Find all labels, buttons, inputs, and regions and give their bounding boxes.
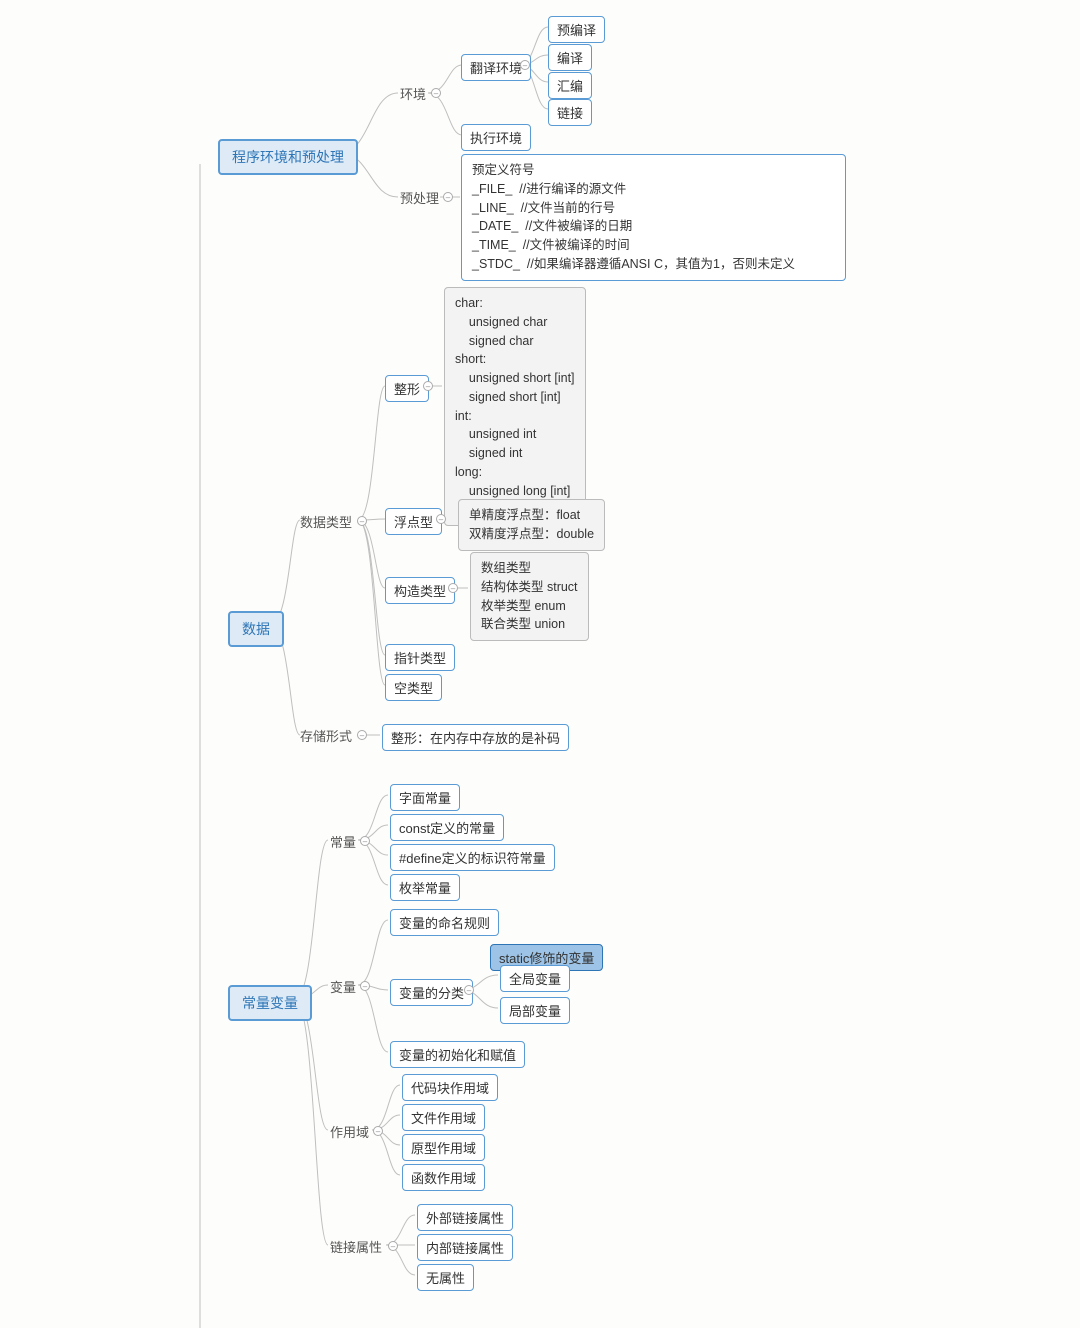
label-datatype: 数据类型 [300, 512, 352, 531]
label-environment: 环境 [400, 84, 426, 103]
toggle-icon[interactable]: – [357, 730, 367, 740]
root-const-var[interactable]: 常量变量 [228, 985, 312, 1021]
node-literal-const[interactable]: 字面常量 [390, 784, 460, 811]
label-preprocessing: 预处理 [400, 188, 439, 207]
node-constructed-types: 数组类型 结构体类型 struct 枚举类型 enum 联合类型 union [470, 552, 589, 641]
node-proto-scope[interactable]: 原型作用域 [402, 1134, 485, 1161]
node-enum-const[interactable]: 枚举常量 [390, 874, 460, 901]
node-link[interactable]: 链接 [548, 99, 592, 126]
node-precompile[interactable]: 预编译 [548, 16, 605, 43]
node-no-attr[interactable]: 无属性 [417, 1264, 474, 1291]
node-var-classify[interactable]: 变量的分类 [390, 979, 473, 1006]
toggle-icon[interactable]: – [357, 516, 367, 526]
node-constructed[interactable]: 构造类型 [385, 577, 455, 604]
root-data[interactable]: 数据 [228, 611, 284, 647]
node-void[interactable]: 空类型 [385, 674, 442, 701]
node-external-link[interactable]: 外部链接属性 [417, 1204, 513, 1231]
toggle-icon[interactable]: – [520, 60, 530, 70]
node-compile[interactable]: 编译 [548, 44, 592, 71]
node-func-scope[interactable]: 函数作用域 [402, 1164, 485, 1191]
node-pointer[interactable]: 指针类型 [385, 644, 455, 671]
toggle-icon[interactable]: – [373, 1126, 383, 1136]
node-file-scope[interactable]: 文件作用域 [402, 1104, 485, 1131]
label-storage: 存储形式 [300, 726, 352, 745]
toggle-icon[interactable]: – [423, 381, 433, 391]
node-predefined-symbols[interactable]: 预定义符号 _FILE_ //进行编译的源文件 _LINE_ //文件当前的行号… [461, 154, 846, 281]
label-scope: 作用域 [330, 1122, 369, 1141]
node-assembly[interactable]: 汇编 [548, 72, 592, 99]
node-internal-link[interactable]: 内部链接属性 [417, 1234, 513, 1261]
node-block-scope[interactable]: 代码块作用域 [402, 1074, 498, 1101]
node-const-def[interactable]: const定义的常量 [390, 814, 504, 841]
node-integer-types: char: unsigned char signed char short: u… [444, 287, 586, 526]
toggle-icon[interactable]: – [360, 836, 370, 846]
toggle-icon[interactable]: – [431, 88, 441, 98]
node-float-types: 单精度浮点型：float 双精度浮点型：double [458, 499, 605, 551]
toggle-icon[interactable]: – [436, 514, 446, 524]
toggle-icon[interactable]: – [388, 1241, 398, 1251]
node-local-var[interactable]: 局部变量 [500, 997, 570, 1024]
toggle-icon[interactable]: – [360, 981, 370, 991]
root-program-env[interactable]: 程序环境和预处理 [218, 139, 358, 175]
label-constant: 常量 [330, 832, 356, 851]
node-var-naming[interactable]: 变量的命名规则 [390, 909, 499, 936]
node-global-var[interactable]: 全局变量 [500, 965, 570, 992]
label-linkage: 链接属性 [330, 1237, 382, 1256]
node-integer[interactable]: 整形 [385, 375, 429, 402]
label-variable: 变量 [330, 977, 356, 996]
node-var-init[interactable]: 变量的初始化和赋值 [390, 1041, 525, 1068]
node-exec-env[interactable]: 执行环境 [461, 124, 531, 151]
toggle-icon[interactable]: – [464, 985, 474, 995]
node-integer-memory[interactable]: 整形：在内存中存放的是补码 [382, 724, 569, 751]
node-float[interactable]: 浮点型 [385, 508, 442, 535]
node-define-def[interactable]: #define定义的标识符常量 [390, 844, 555, 871]
toggle-icon[interactable]: – [443, 192, 453, 202]
toggle-icon[interactable]: – [448, 583, 458, 593]
